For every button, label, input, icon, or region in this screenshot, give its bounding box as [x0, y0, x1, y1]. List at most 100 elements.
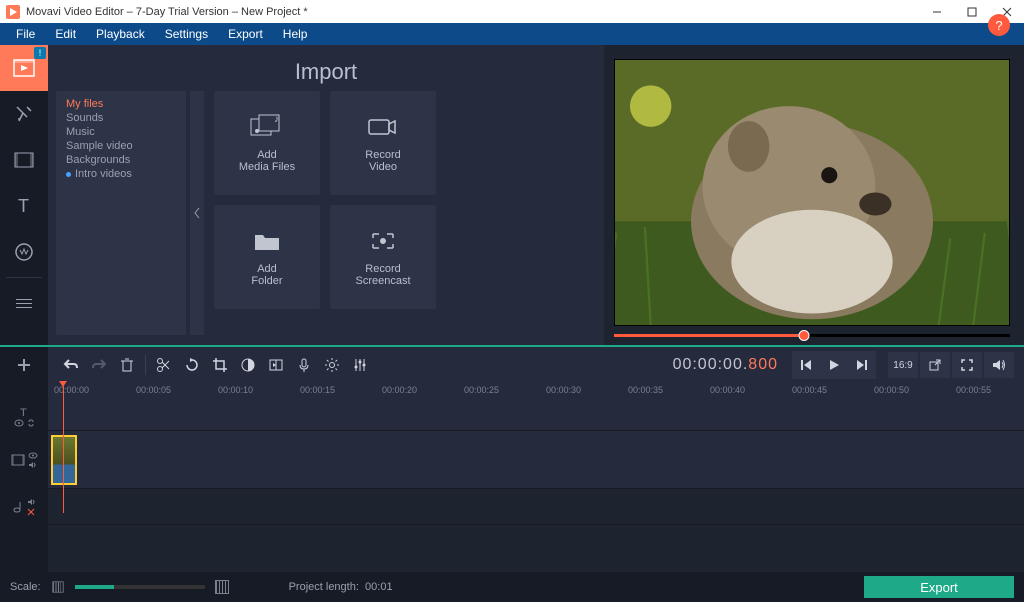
- tile-record-screencast[interactable]: Record Screencast: [330, 205, 436, 309]
- track-header-audio[interactable]: [0, 489, 48, 525]
- ruler-tick: 00:00:15: [300, 385, 335, 395]
- menu-file[interactable]: File: [6, 24, 45, 44]
- export-button[interactable]: Export: [864, 576, 1014, 598]
- help-button[interactable]: ?: [988, 14, 1010, 36]
- tile-add-folder[interactable]: Add Folder: [214, 205, 320, 309]
- next-frame-button[interactable]: [848, 351, 876, 379]
- equalizer-button[interactable]: [347, 352, 373, 378]
- clip-properties-button[interactable]: [319, 352, 345, 378]
- category-list: My files Sounds Music Sample video Backg…: [56, 91, 186, 335]
- redo-button[interactable]: [86, 352, 112, 378]
- crop-button[interactable]: [207, 352, 233, 378]
- toolbar-row: 00:00:00.800 16:9: [0, 345, 1024, 383]
- ruler-tick: 00:00:20: [382, 385, 417, 395]
- zoom-in-icon[interactable]: [215, 580, 229, 594]
- mute-icon[interactable]: [27, 508, 37, 516]
- category-sample-video[interactable]: Sample video: [66, 139, 176, 153]
- tracks-body[interactable]: 00:00:0000:00:0500:00:1000:00:1500:00:20…: [48, 383, 1024, 572]
- scale-slider[interactable]: [75, 585, 205, 589]
- scale-fill: [75, 585, 114, 589]
- track-header-video[interactable]: [0, 431, 48, 489]
- timecode-ms: 800: [748, 356, 778, 373]
- play-controls: [792, 351, 876, 379]
- proj-len-value: 00:01: [365, 581, 393, 593]
- import-header: Import: [48, 45, 604, 91]
- progress-knob[interactable]: [799, 330, 810, 341]
- split-button[interactable]: [151, 352, 177, 378]
- ruler-tick: 00:00:25: [464, 385, 499, 395]
- category-intro-videos[interactable]: Intro videos: [66, 167, 176, 181]
- status-bar: Scale: Project length: 00:01 Export: [0, 572, 1024, 602]
- delete-button[interactable]: [114, 352, 140, 378]
- project-length: Project length: 00:01: [289, 581, 393, 593]
- sidebar-stickers[interactable]: [0, 229, 48, 275]
- ruler-tick: 00:00:55: [956, 385, 991, 395]
- tile-record-video[interactable]: Record Video: [330, 91, 436, 195]
- aspect-ratio-button[interactable]: 16:9: [888, 352, 918, 378]
- video-clip[interactable]: [51, 435, 77, 485]
- record-audio-button[interactable]: [291, 352, 317, 378]
- playhead[interactable]: [63, 383, 64, 513]
- eye-icon[interactable]: [28, 452, 38, 459]
- tile-add-media-files[interactable]: ♪ Add Media Files: [214, 91, 320, 195]
- speaker-icon[interactable]: [27, 498, 37, 506]
- preview-options: 16:9: [888, 352, 1014, 378]
- undo-button[interactable]: [58, 352, 84, 378]
- menu-settings[interactable]: Settings: [155, 24, 218, 44]
- tile-label: Add Media Files: [239, 149, 295, 173]
- svg-text:♪: ♪: [274, 114, 279, 125]
- sidebar-import[interactable]: !: [0, 45, 48, 91]
- svg-text:T: T: [20, 407, 27, 417]
- ruler-tick: 00:00:30: [546, 385, 581, 395]
- audio-track[interactable]: [48, 489, 1024, 525]
- video-track[interactable]: [48, 431, 1024, 489]
- menu-playback[interactable]: Playback: [86, 24, 155, 44]
- preview-progress[interactable]: [614, 326, 1010, 337]
- progress-track[interactable]: [614, 334, 1010, 337]
- minimize-button[interactable]: [919, 0, 954, 23]
- track-header-titles[interactable]: T: [0, 401, 48, 431]
- category-my-files[interactable]: My files: [66, 97, 176, 111]
- sidebar-more[interactable]: [0, 280, 48, 326]
- tile-label: Record Screencast: [355, 263, 410, 287]
- volume-button[interactable]: [984, 352, 1014, 378]
- menu-export[interactable]: Export: [218, 24, 273, 44]
- category-sounds[interactable]: Sounds: [66, 111, 176, 125]
- ruler-tick: 00:00:05: [136, 385, 171, 395]
- color-adjust-button[interactable]: [235, 352, 261, 378]
- eye-icon[interactable]: [14, 419, 24, 427]
- scale-label: Scale:: [10, 581, 41, 593]
- titles-track[interactable]: [48, 401, 1024, 431]
- menu-edit[interactable]: Edit: [45, 24, 86, 44]
- transition-wizard-button[interactable]: [263, 352, 289, 378]
- collapse-categories[interactable]: [190, 91, 204, 335]
- time-ruler[interactable]: 00:00:0000:00:0500:00:1000:00:1500:00:20…: [48, 383, 1024, 401]
- import-panel: Import My files Sounds Music Sample vide…: [48, 45, 604, 345]
- main-area: ! T Import My files Sounds Music Sample …: [0, 45, 1024, 345]
- sidebar-filters[interactable]: [0, 91, 48, 137]
- tile-label: Add Folder: [251, 263, 282, 287]
- link-icon[interactable]: [27, 419, 35, 427]
- popout-preview-button[interactable]: [920, 352, 950, 378]
- category-music[interactable]: Music: [66, 125, 176, 139]
- edit-tools: 00:00:00.800 16:9: [48, 347, 1024, 383]
- rotate-button[interactable]: [179, 352, 205, 378]
- preview-panel: ?: [604, 45, 1024, 345]
- maximize-button[interactable]: [954, 0, 989, 23]
- speaker-icon[interactable]: [28, 461, 38, 469]
- ruler-tick: 00:00:35: [628, 385, 663, 395]
- sidebar-titles[interactable]: T: [0, 183, 48, 229]
- ruler-tick: 00:00:50: [874, 385, 909, 395]
- category-backgrounds[interactable]: Backgrounds: [66, 153, 176, 167]
- menu-help[interactable]: Help: [273, 24, 318, 44]
- titles-track-icon: T: [19, 406, 30, 417]
- fullscreen-button[interactable]: [952, 352, 982, 378]
- new-indicator-icon: [66, 172, 71, 177]
- screencast-icon: [369, 227, 397, 257]
- ruler-tick: 00:00:40: [710, 385, 745, 395]
- ruler-tick: 00:00:10: [218, 385, 253, 395]
- add-track-button[interactable]: [0, 347, 48, 383]
- play-button[interactable]: [820, 351, 848, 379]
- sidebar-transitions[interactable]: [0, 137, 48, 183]
- prev-frame-button[interactable]: [792, 351, 820, 379]
